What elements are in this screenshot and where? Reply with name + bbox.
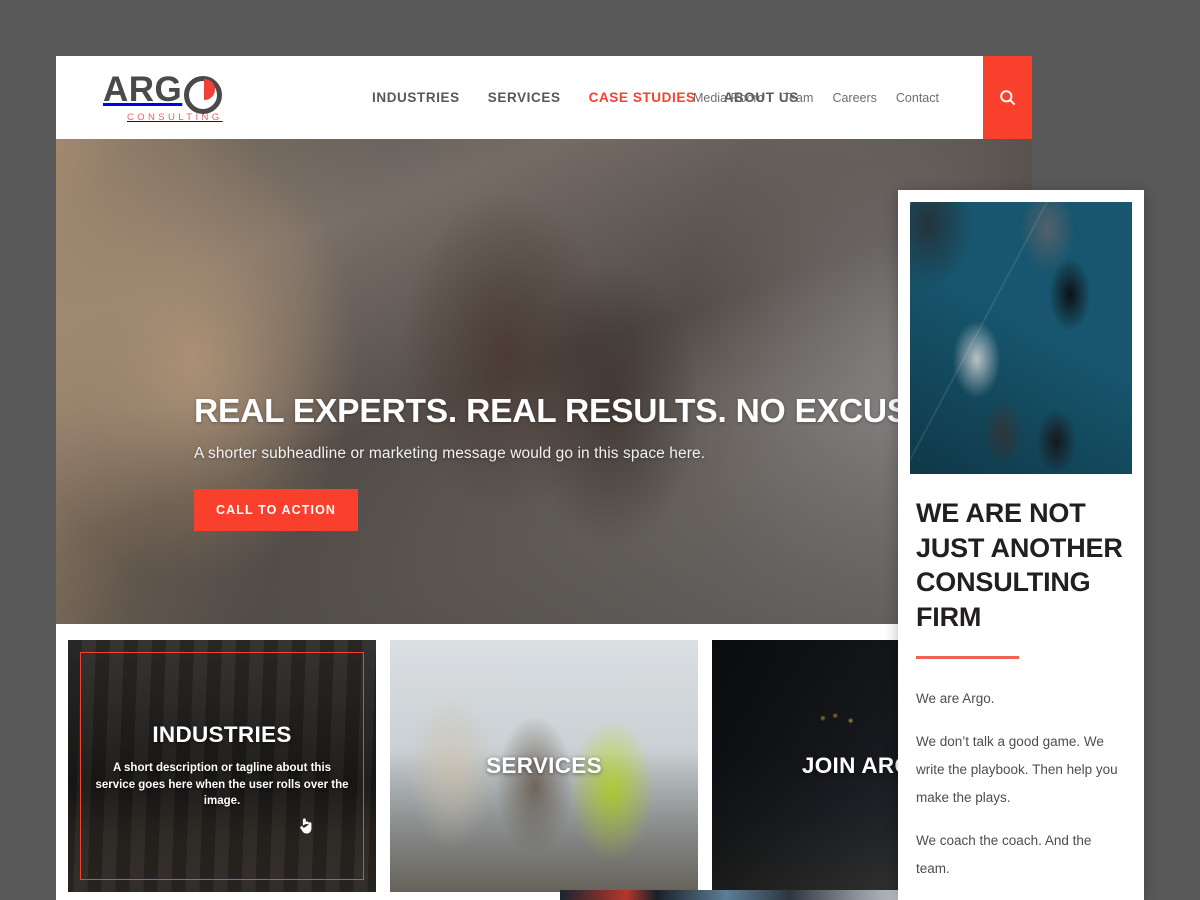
nav-item-team[interactable]: Team bbox=[783, 91, 814, 105]
site-header: ARG CONSULTING INDUSTRIES SERVICES CASE … bbox=[56, 56, 1032, 173]
call-to-action-button[interactable]: CALL TO ACTION bbox=[194, 488, 359, 531]
card-title: INDUSTRIES bbox=[152, 721, 292, 747]
about-panel-title: WE ARE NOT JUST ANOTHER CONSULTING FIRM bbox=[916, 498, 1123, 632]
nav-item-media-room[interactable]: Media Room bbox=[693, 91, 764, 105]
logo-wordmark: ARG bbox=[103, 70, 243, 114]
card-content: INDUSTRIES A short description or taglin… bbox=[68, 640, 376, 892]
about-panel-divider bbox=[916, 656, 1019, 659]
nav-item-services[interactable]: SERVICES bbox=[488, 90, 561, 105]
logo-o-mark-icon bbox=[184, 75, 223, 114]
site-logo[interactable]: ARG CONSULTING bbox=[103, 72, 243, 125]
hero-banner: REAL EXPERTS. REAL RESULTS. NO EXCUSES. … bbox=[56, 139, 1032, 624]
about-panel-body: WE ARE NOT JUST ANOTHER CONSULTING FIRM … bbox=[898, 474, 1144, 883]
about-panel: WE ARE NOT JUST ANOTHER CONSULTING FIRM … bbox=[898, 190, 1144, 900]
next-section-strip bbox=[560, 890, 930, 900]
hero-headline: REAL EXPERTS. REAL RESULTS. NO EXCUSES. bbox=[194, 393, 963, 430]
card-description: A short description or tagline about thi… bbox=[95, 761, 349, 808]
nav-item-careers[interactable]: Careers bbox=[832, 91, 876, 105]
hero-background-image bbox=[56, 139, 1032, 624]
card-content: SERVICES bbox=[390, 640, 698, 892]
about-panel-paragraph: We are Argo. bbox=[916, 690, 995, 706]
feature-card-industries[interactable]: INDUSTRIES A short description or taglin… bbox=[68, 640, 376, 892]
utility-navigation: Media Room Team Careers Contact bbox=[693, 56, 939, 139]
hero-subheadline: A shorter subheadline or marketing messa… bbox=[194, 444, 706, 462]
about-panel-paragraph: We don’t talk a good game. We write the … bbox=[916, 734, 1118, 805]
card-title: SERVICES bbox=[486, 753, 602, 778]
about-panel-paragraph: We coach the coach. And the team. bbox=[916, 833, 1092, 877]
about-panel-image bbox=[910, 202, 1132, 474]
logo-text: ARG bbox=[103, 70, 183, 109]
next-section-preview bbox=[560, 890, 930, 900]
website-page: ARG CONSULTING INDUSTRIES SERVICES CASE … bbox=[56, 56, 1032, 900]
feature-card-row: INDUSTRIES A short description or taglin… bbox=[56, 624, 1032, 892]
screenshot-stage: ARG CONSULTING INDUSTRIES SERVICES CASE … bbox=[0, 0, 1200, 900]
nav-item-case-studies[interactable]: CASE STUDIES bbox=[589, 90, 696, 105]
nav-item-contact[interactable]: Contact bbox=[896, 91, 939, 105]
search-button[interactable] bbox=[983, 56, 1032, 139]
hero-content: REAL EXPERTS. REAL RESULTS. NO EXCUSES. … bbox=[194, 393, 963, 531]
logo-tagline: CONSULTING bbox=[127, 112, 223, 123]
nav-item-industries[interactable]: INDUSTRIES bbox=[372, 90, 460, 105]
search-icon bbox=[1000, 90, 1016, 106]
feature-card-services[interactable]: SERVICES bbox=[390, 640, 698, 892]
